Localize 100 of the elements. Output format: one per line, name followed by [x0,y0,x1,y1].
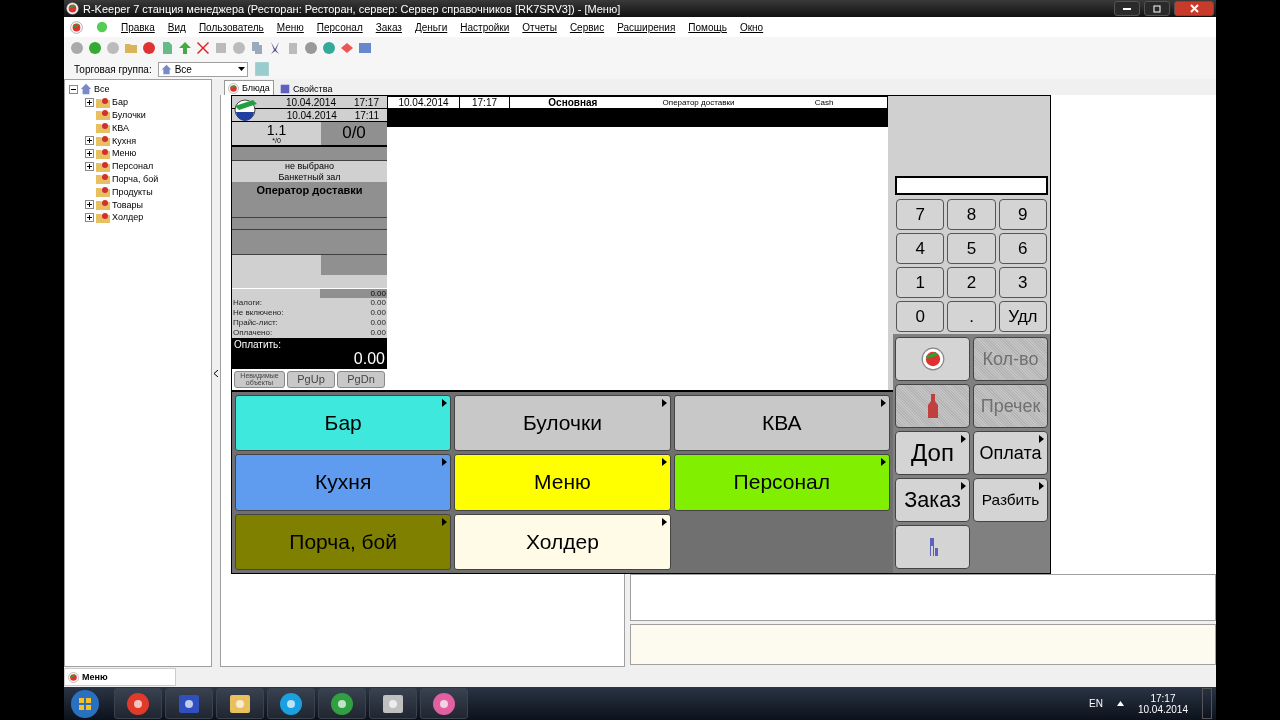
tree-item[interactable]: Булочки [69,108,207,122]
menu-item[interactable]: Расширения [617,21,676,33]
operator-name: Оператор доставки [256,184,363,197]
menu-item[interactable]: Деньги [414,21,448,33]
open-folder-icon [124,41,138,55]
input-field[interactable] [895,176,1048,195]
taskbar-button[interactable] [420,688,468,719]
menu-item[interactable]: Заказ [375,21,402,33]
submenu-arrow-icon [961,482,966,490]
action-button[interactable]: Разбить [973,478,1048,522]
taskbar-button[interactable] [267,688,315,719]
menu-item[interactable]: Отчеты [522,21,557,33]
category-button[interactable]: КВА [673,395,890,452]
menu-item[interactable]: Персонал [316,21,363,33]
submenu-arrow-icon [961,435,966,443]
taskbar-button[interactable] [369,688,417,719]
expand-icon[interactable] [85,161,94,171]
expand-icon[interactable] [85,212,94,222]
tray-arrow-icon[interactable] [1116,701,1124,706]
language-indicator[interactable]: EN [1089,698,1103,709]
keypad-key[interactable]: 9 [998,199,1047,230]
tree-item[interactable]: Холдер [69,210,207,224]
keypad-key[interactable]: 5 [947,233,996,264]
expand-icon[interactable] [85,200,94,210]
time: 17:17 [353,96,379,108]
copy-icon [250,41,264,55]
tree-item[interactable]: Продукты [69,185,207,199]
taskbar-button[interactable] [114,688,162,719]
tree-item[interactable]: Порча, бой [69,172,207,186]
keypad-key[interactable]: . [947,301,996,332]
trade-group-label: Торговая группа: [74,63,152,75]
category-button[interactable]: Бар [235,395,452,452]
date: 10.04.2014 [286,109,337,121]
submenu-arrow-icon [442,517,448,526]
total-label: Оплачено: [233,327,273,338]
tree-item[interactable]: Кухня [69,134,207,147]
keypad-key[interactable]: 6 [998,233,1047,264]
total-label: Не включено: [233,307,284,318]
action-button[interactable]: Оплата [973,431,1048,475]
bottle-icon [926,394,939,418]
minimize-icon [1123,7,1131,10]
action-button[interactable]: Доп [895,431,970,475]
document-icon [160,41,174,55]
category-button[interactable]: Персонал [673,454,890,511]
minimize-button[interactable] [1114,1,1140,16]
show-desktop-button[interactable] [1202,688,1212,719]
action-button[interactable] [895,525,970,569]
taskbar-button[interactable] [165,688,213,719]
keypad-key[interactable]: Удл [998,301,1047,332]
tree-item[interactable]: Бар [69,95,207,109]
expand-icon[interactable] [85,148,94,158]
category-button[interactable]: Кухня [235,454,452,511]
menu-item[interactable]: Настройки [460,21,510,33]
collapse-icon[interactable] [69,84,78,94]
submenu-arrow-icon [881,399,886,407]
expand-icon[interactable] [85,97,94,107]
start-button[interactable] [70,688,100,719]
trade-group-dropdown[interactable]: Все [157,61,248,77]
keypad-key[interactable]: 2 [947,267,996,298]
keypad-key[interactable]: 4 [896,233,945,264]
tree-item[interactable]: Все [69,83,207,96]
nav-button[interactable]: PgUp [287,370,335,388]
tree-item[interactable]: Персонал [69,159,207,173]
menu-item[interactable]: Помощь [688,21,727,33]
menu-item[interactable]: Пользователь [198,21,264,33]
tab[interactable]: Свойства [275,82,337,95]
submenu-arrow-icon [442,458,448,467]
clock[interactable]: 17:17 10.04.2014 [1137,692,1188,715]
tree-item[interactable]: Товары [69,198,207,211]
menu-item[interactable]: Вид [167,21,186,33]
menu-item[interactable]: Окно [739,21,764,33]
tree-item[interactable]: Меню [69,147,207,160]
menu-item[interactable]: Правка [121,21,155,33]
keypad-key[interactable]: 3 [998,267,1047,298]
keypad-key[interactable]: 1 [896,267,945,298]
close-button[interactable] [1174,1,1214,16]
hall-name: Банкетный зал [277,171,342,183]
window-tab[interactable]: Меню [64,668,176,686]
maximize-button[interactable] [1144,1,1170,16]
keypad-key[interactable]: 8 [947,199,996,230]
keypad-key[interactable]: 7 [896,199,945,230]
keypad-key[interactable]: 0 [896,301,945,332]
menu-item[interactable]: Меню [276,21,304,33]
taskbar-button[interactable] [318,688,366,719]
action-button[interactable] [895,337,970,381]
expand-icon[interactable] [85,136,94,146]
category-button[interactable]: Булочки [454,395,671,452]
category-button[interactable]: Меню [454,454,671,511]
tree-item[interactable]: КВА [69,121,207,135]
taskbar-button[interactable] [216,688,264,719]
category-button[interactable]: Порча, бой [235,513,452,570]
tab[interactable]: Блюда [224,80,274,95]
submenu-arrow-icon [1039,482,1044,490]
action-button[interactable]: Заказ [895,478,970,522]
category-button[interactable]: Холдер [454,513,671,570]
total-label: Налоги: [233,297,263,308]
disc-icon [232,41,246,55]
operator-name: Оператор доставки [661,98,736,107]
nav-button[interactable]: PgDn [337,370,385,388]
menu-item[interactable]: Сервис [569,21,605,33]
